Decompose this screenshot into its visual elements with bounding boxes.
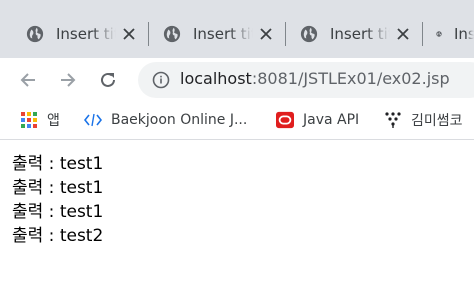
bookmark-label: Baekjoon Online J... — [111, 112, 248, 128]
bookmark-apps[interactable]: 앱 — [20, 102, 60, 138]
bookmark-kimmi[interactable]: 김미썸코 — [384, 102, 463, 138]
tab-title: Insert title here — [330, 25, 390, 43]
output-line: 출력 : test1 — [12, 154, 104, 174]
url-text: localhost:8081/JSTLEx01/ex02.jsp — [180, 69, 450, 88]
globe-icon — [300, 25, 318, 43]
forward-arrow-icon[interactable] — [56, 68, 80, 92]
browser-toolbar: localhost:8081/JSTLEx01/ex02.jsp — [0, 58, 474, 102]
browser-tab[interactable]: Insert title here — [137, 10, 285, 58]
close-tab-icon[interactable] — [120, 25, 138, 43]
back-arrow-icon[interactable] — [16, 68, 40, 92]
browser-tab[interactable]: Insert title here — [0, 10, 148, 58]
globe-icon — [26, 25, 44, 43]
url-path: :8081/JSTLEx01/ex02.jsp — [251, 69, 450, 88]
bookmarks-bar: 앱 Baekjoon Online J... Java API 김미썸코 — [0, 102, 474, 140]
url-host: localhost — [180, 69, 252, 88]
tab-strip: Insert title here Insert title here Inse… — [0, 0, 474, 58]
browser-tab[interactable]: Insert title here — [410, 10, 474, 58]
address-bar[interactable]: localhost:8081/JSTLEx01/ex02.jsp — [138, 62, 474, 98]
bookmark-label: 앱 — [47, 113, 60, 129]
browser-tab[interactable]: Insert title here — [274, 10, 422, 58]
apps-grid-icon — [20, 111, 38, 129]
tree-icon — [384, 111, 402, 129]
output-line: 출력 : test2 — [12, 226, 104, 246]
close-tab-icon[interactable] — [257, 25, 275, 43]
tab-title: Insert title here — [454, 25, 474, 43]
oracle-icon — [276, 111, 294, 129]
globe-icon — [436, 31, 442, 37]
page-content: 출력 : test1 출력 : test1 출력 : test1 출력 : te… — [12, 152, 103, 248]
reload-icon[interactable] — [96, 68, 120, 92]
tab-title: Insert title here — [193, 25, 253, 43]
tab-title: Insert title here — [56, 25, 116, 43]
code-brackets-icon — [84, 111, 102, 129]
info-icon[interactable] — [152, 71, 170, 89]
globe-icon — [163, 25, 181, 43]
bookmark-baekjoon[interactable]: Baekjoon Online J... — [84, 102, 247, 138]
bookmark-label: Java API — [303, 112, 360, 128]
output-line: 출력 : test1 — [12, 178, 104, 198]
bookmark-label: 김미썸코 — [411, 113, 463, 129]
output-line: 출력 : test1 — [12, 202, 104, 222]
bookmark-java-api[interactable]: Java API — [276, 102, 359, 138]
